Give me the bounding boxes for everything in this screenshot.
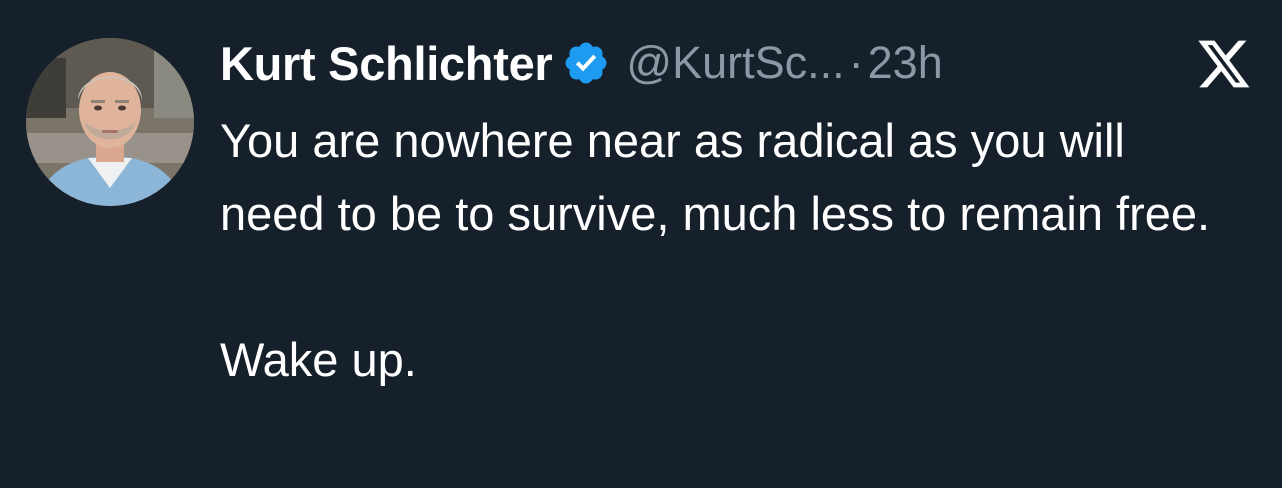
separator-dot: · (848, 37, 864, 88)
verified-badge-icon (562, 39, 610, 87)
timestamp[interactable]: 23h (868, 37, 943, 89)
avatar-image (26, 38, 194, 206)
tweet-card[interactable]: Kurt Schlichter @KurtSc... · 23h You are… (0, 0, 1282, 488)
x-logo-icon[interactable] (1196, 38, 1252, 90)
author-handle[interactable]: @KurtSc... (626, 37, 844, 89)
tweet-text: You are nowhere near as radical as you w… (220, 114, 1211, 386)
author-name[interactable]: Kurt Schlichter (220, 36, 553, 91)
tweet-header: Kurt Schlichter @KurtSc... · 23h (220, 28, 943, 98)
avatar[interactable] (26, 38, 194, 206)
